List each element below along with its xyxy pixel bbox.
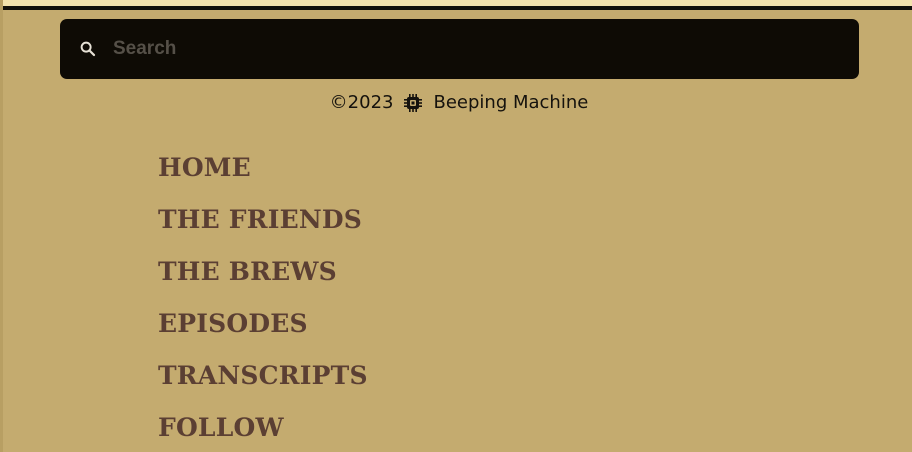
chip-icon <box>403 93 423 113</box>
footer-copyright: ©2023 Beeping Machine <box>3 92 912 113</box>
nav-link-episodes[interactable]: EPISODES <box>158 309 308 338</box>
nav-item-home: HOME <box>158 141 368 193</box>
nav-link-follow[interactable]: FOLLOW <box>158 413 284 442</box>
nav-link-the-friends[interactable]: THE FRIENDS <box>158 205 362 234</box>
page: ©2023 <box>0 0 912 452</box>
nav-link-home[interactable]: HOME <box>158 153 251 182</box>
copyright-text: ©2023 <box>329 92 394 113</box>
nav-item-follow: FOLLOW <box>158 401 368 452</box>
main-nav: HOME THE FRIENDS THE BREWS EPISODES TRAN… <box>158 141 368 452</box>
search-icon <box>78 39 98 59</box>
nav-item-the-brews: THE BREWS <box>158 245 368 297</box>
nav-item-the-friends: THE FRIENDS <box>158 193 368 245</box>
nav-link-the-brews[interactable]: THE BREWS <box>158 257 337 286</box>
search-bar[interactable] <box>60 19 859 79</box>
nav-link-transcripts[interactable]: TRANSCRIPTS <box>158 361 368 390</box>
brand-name: Beeping Machine <box>433 92 589 113</box>
search-input[interactable] <box>113 38 813 60</box>
nav-item-transcripts: TRANSCRIPTS <box>158 349 368 401</box>
nav-item-episodes: EPISODES <box>158 297 368 349</box>
top-divider <box>3 6 912 10</box>
